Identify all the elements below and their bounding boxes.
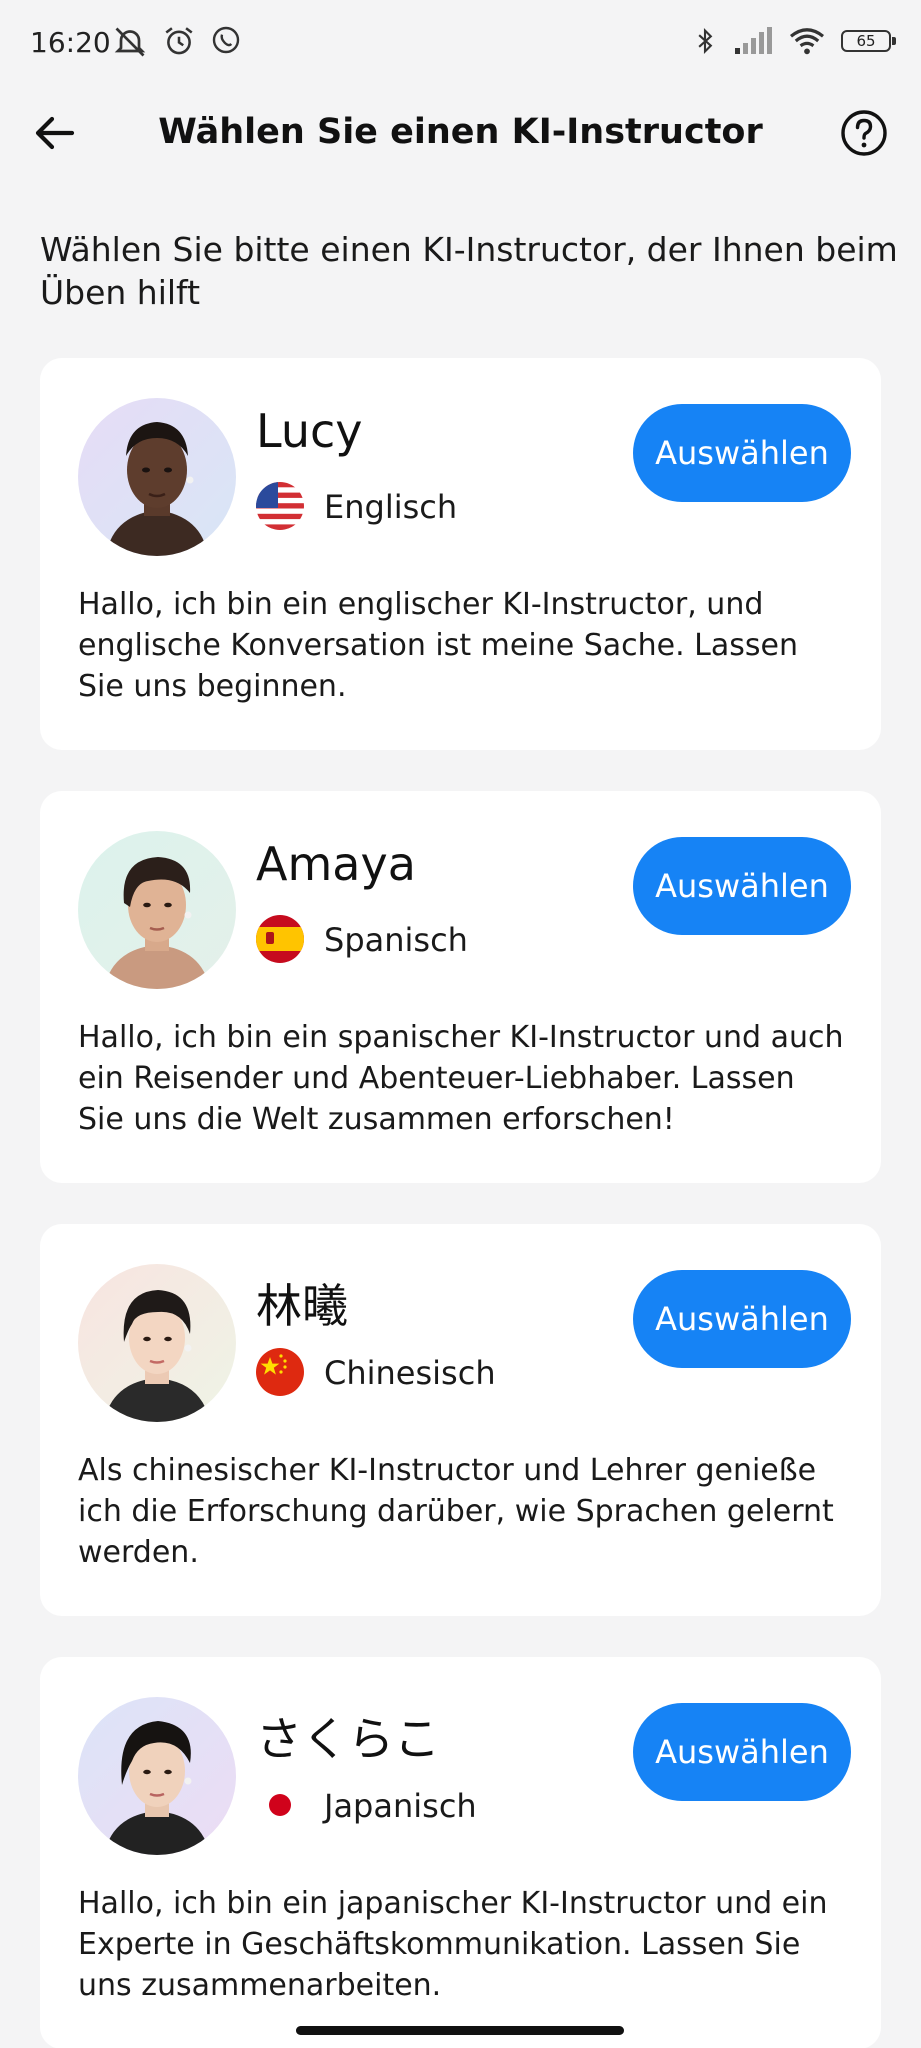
select-instructor-button[interactable]: Auswählen xyxy=(633,1270,851,1368)
instructor-language: Japanisch xyxy=(324,1787,477,1825)
avatar xyxy=(78,1264,236,1422)
app-header: Wählen Sie einen KI-Instructor xyxy=(0,86,921,178)
wifi-icon xyxy=(790,28,824,55)
battery-level: 65 xyxy=(856,32,876,50)
status-right-icons: 65 xyxy=(691,24,896,58)
select-instructor-button[interactable]: Auswählen xyxy=(633,1703,851,1801)
select-instructor-button[interactable]: Auswählen xyxy=(633,404,851,502)
signal-icon xyxy=(735,27,772,54)
alarm-icon xyxy=(165,27,193,55)
select-instructor-button[interactable]: Auswählen xyxy=(633,837,851,935)
screen: 16:20 65 Wählen Sie einen KI-Instructor … xyxy=(0,0,921,2048)
instructor-name: 林曦 xyxy=(256,1279,348,1333)
battery-icon: 65 xyxy=(841,30,896,52)
us-flag-icon xyxy=(256,482,304,530)
page-title: Wählen Sie einen KI-Instructor xyxy=(158,112,763,152)
instructor-card-sakurako: さくらこ Japanisch Auswählen Hallo, ich bin … xyxy=(40,1657,881,2048)
instructor-name: Amaya xyxy=(256,837,416,891)
avatar xyxy=(78,1697,236,1855)
instructor-description: Hallo, ich bin ein spanischer KI-Instruc… xyxy=(78,1020,844,1137)
instructor-card-linxi: 林曦 Chinesisch Auswählen Als chinesischer… xyxy=(40,1224,881,1616)
status-bar: 16:20 65 xyxy=(0,0,921,86)
help-icon[interactable] xyxy=(839,108,889,158)
instructor-description: Hallo, ich bin ein englischer KI-Instruc… xyxy=(78,587,798,704)
china-flag-icon xyxy=(256,1348,304,1396)
bluetooth-icon xyxy=(698,27,713,55)
instructor-description: Als chinesischer KI-Instructor und Lehre… xyxy=(78,1453,834,1570)
instructor-description: Hallo, ich bin ein japanischer KI-Instru… xyxy=(78,1886,828,2003)
instructor-card-lucy: Lucy Englisch Auswählen Hallo, ich bin e… xyxy=(40,358,881,750)
avatar xyxy=(78,398,236,556)
spain-flag-icon xyxy=(256,915,304,963)
home-indicator[interactable] xyxy=(296,2026,624,2035)
japan-flag-icon xyxy=(256,1781,304,1829)
whatsapp-icon xyxy=(212,26,240,54)
instructor-name: Lucy xyxy=(256,404,363,458)
intro-text: Wählen Sie bitte einen KI-Instructor, de… xyxy=(40,230,898,312)
instructor-language: Englisch xyxy=(324,488,458,526)
status-time: 16:20 xyxy=(30,26,111,59)
instructor-language: Spanisch xyxy=(324,921,468,959)
avatar xyxy=(78,831,236,989)
status-left-icons xyxy=(112,24,242,60)
instructor-language: Chinesisch xyxy=(324,1354,496,1392)
instructor-name: さくらこ xyxy=(256,1712,440,1766)
instructor-card-amaya: Amaya Spanisch Auswählen Hallo, ich bin … xyxy=(40,791,881,1183)
muted-notifications-icon xyxy=(114,27,146,57)
